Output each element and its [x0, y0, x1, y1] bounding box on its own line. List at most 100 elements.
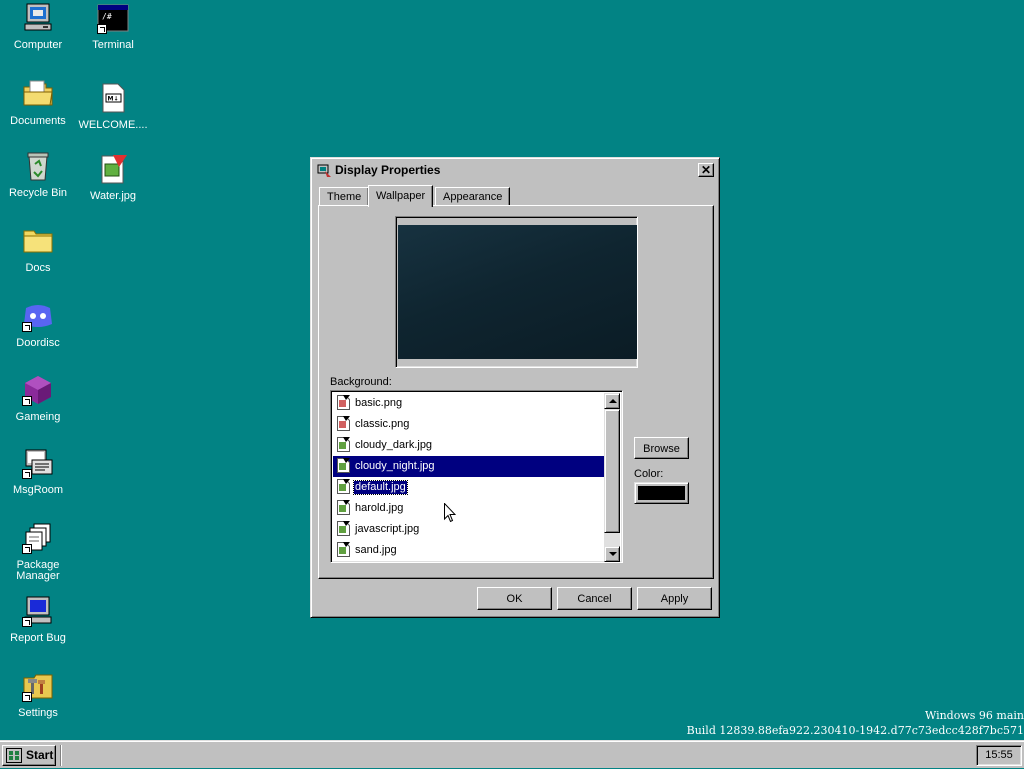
- desktop-icon-label: Gameing: [15, 411, 61, 423]
- list-item-focused[interactable]: default.jpg: [333, 477, 605, 498]
- tab-appearance[interactable]: Appearance: [435, 187, 511, 205]
- scroll-up-button[interactable]: [604, 393, 620, 409]
- file-name: javascript.jpg: [355, 523, 420, 535]
- desktop-icon-welcome[interactable]: M↓ WELCOME....: [75, 82, 151, 131]
- doordisc-icon: [22, 300, 54, 332]
- list-item[interactable]: harold.jpg: [333, 498, 605, 519]
- image-file-icon: [337, 416, 350, 431]
- desktop-icon-package-manager[interactable]: Package Manager: [0, 522, 76, 582]
- file-name: classic.png: [355, 418, 410, 430]
- tab-label: Theme: [327, 191, 362, 203]
- desktop-icon-documents[interactable]: Documents: [0, 78, 76, 127]
- color-label: Color:: [634, 468, 664, 480]
- list-item[interactable]: basic.png: [333, 393, 605, 414]
- image-file-icon: [337, 458, 350, 473]
- tab-label: Wallpaper: [376, 190, 426, 202]
- shortcut-arrow-icon: [22, 396, 32, 406]
- report-bug-icon: [22, 595, 54, 627]
- window-title: Display Properties: [335, 163, 441, 177]
- shortcut-arrow-icon: [22, 617, 32, 627]
- close-button[interactable]: ✕: [698, 163, 714, 177]
- list-item[interactable]: classic.png: [333, 414, 605, 435]
- desktop-icon-label: Report Bug: [10, 632, 66, 644]
- list-item[interactable]: javascript.jpg: [333, 519, 605, 540]
- taskbar-clock[interactable]: 15:55: [976, 745, 1022, 766]
- start-button[interactable]: Start: [2, 745, 56, 766]
- image-file-icon: [337, 479, 350, 494]
- list-item[interactable]: sand.jpg: [333, 540, 605, 561]
- build-info-line2: Build 12839.88efa922.230410-1942.d77c73e…: [686, 724, 1024, 737]
- image-file-icon: [97, 153, 129, 185]
- terminal-icon: /#: [97, 2, 129, 34]
- shortcut-arrow-icon: [22, 544, 32, 554]
- recycle-bin-icon: [22, 150, 54, 182]
- build-info: Windows 96 main Build 12839.88efa922.230…: [687, 708, 1024, 738]
- game-cube-icon: [22, 374, 54, 406]
- display-properties-icon: [316, 162, 332, 178]
- ok-button[interactable]: OK: [477, 587, 552, 610]
- apply-button[interactable]: Apply: [637, 587, 712, 610]
- tab-label: Appearance: [443, 191, 503, 203]
- image-file-icon: [337, 395, 350, 410]
- desktop-icon-report-bug[interactable]: Report Bug: [0, 595, 76, 644]
- settings-icon: [22, 670, 54, 702]
- markdown-file-icon: M↓: [97, 82, 129, 114]
- color-swatch-fill: [638, 486, 685, 500]
- taskbar-divider: [60, 745, 62, 766]
- shortcut-arrow-icon: [97, 24, 107, 34]
- desktop-icon-label: Computer: [13, 39, 63, 51]
- file-name: default.jpg: [353, 480, 408, 495]
- desktop-icon-label: Settings: [18, 707, 58, 719]
- image-file-icon: [337, 437, 350, 452]
- msgroom-icon: [22, 447, 54, 479]
- mouse-cursor-icon: [444, 502, 457, 526]
- build-info-line1: Windows 96 main: [924, 709, 1024, 722]
- desktop-icon-label: Terminal: [92, 39, 134, 51]
- tab-wallpaper[interactable]: Wallpaper: [368, 185, 434, 207]
- desktop-icon-computer[interactable]: Computer: [0, 2, 76, 51]
- image-file-icon: [337, 542, 350, 557]
- list-item-selected[interactable]: cloudy_night.jpg: [333, 456, 605, 477]
- display-properties-window: Display Properties ✕ Theme Wallpaper App…: [310, 157, 720, 618]
- start-label: Start: [26, 748, 54, 762]
- desktop-icon-msgroom[interactable]: MsgRoom: [0, 447, 76, 496]
- file-name: cloudy_night.jpg: [355, 460, 435, 472]
- wallpaper-tab-panel: Background: basic.png classic.png cloudy…: [318, 205, 714, 579]
- browse-button[interactable]: Browse: [634, 437, 689, 459]
- desktop-icon-label: Recycle Bin: [8, 187, 68, 199]
- list-item[interactable]: cloudy_dark.jpg: [333, 435, 605, 456]
- desktop-icon-water[interactable]: Water.jpg: [75, 153, 151, 202]
- svg-text:M↓: M↓: [108, 96, 119, 103]
- arrow-down-icon: [609, 552, 617, 556]
- desktop-icon-gameing[interactable]: Gameing: [0, 374, 76, 423]
- svg-text:/#: /#: [102, 12, 112, 21]
- desktop-icon-settings[interactable]: Settings: [0, 670, 76, 719]
- background-label: Background:: [330, 376, 392, 388]
- scroll-down-button[interactable]: [604, 546, 620, 562]
- shortcut-arrow-icon: [22, 469, 32, 479]
- scroll-thumb[interactable]: [604, 409, 620, 533]
- documents-folder-icon: [22, 78, 54, 110]
- desktop-icon-recycle-bin[interactable]: Recycle Bin: [0, 150, 76, 199]
- wallpaper-preview-image: [398, 225, 637, 359]
- desktop-icon-terminal[interactable]: /# Terminal: [75, 2, 151, 51]
- desktop-icon-label: Package Manager: [16, 559, 60, 582]
- file-name: sand.jpg: [355, 544, 397, 556]
- folder-icon: [22, 225, 54, 257]
- wallpaper-file-list[interactable]: basic.png classic.png cloudy_dark.jpg cl…: [330, 390, 623, 563]
- desktop-icon-label: Doordisc: [16, 337, 60, 349]
- desktop-icon-doordisc[interactable]: Doordisc: [0, 300, 76, 349]
- cancel-button[interactable]: Cancel: [557, 587, 632, 610]
- color-picker-button[interactable]: [634, 482, 689, 504]
- window-titlebar[interactable]: Display Properties ✕: [314, 161, 716, 179]
- desktop-icon-label: Water.jpg: [89, 190, 137, 202]
- list-scrollbar[interactable]: [604, 393, 620, 562]
- desktop-icon-label: Docs: [25, 262, 51, 274]
- tab-theme[interactable]: Theme: [319, 187, 370, 205]
- file-name: harold.jpg: [355, 502, 404, 514]
- image-file-icon: [337, 500, 350, 515]
- file-name: cloudy_dark.jpg: [355, 439, 433, 451]
- desktop-icon-label: WELCOME....: [78, 119, 148, 131]
- desktop-icon-label: Documents: [10, 115, 66, 127]
- desktop-icon-docs[interactable]: Docs: [0, 225, 76, 274]
